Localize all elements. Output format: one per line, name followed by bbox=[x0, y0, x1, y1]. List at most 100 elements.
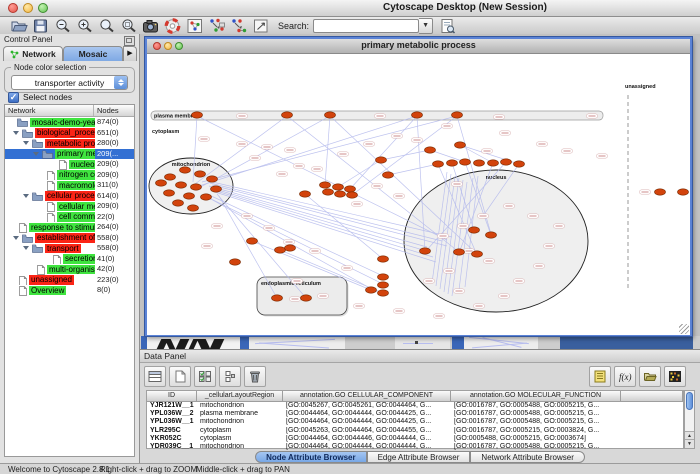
network-node[interactable] bbox=[188, 205, 199, 211]
tree-row-secretion[interactable]: secretion41(0) bbox=[5, 254, 134, 265]
network-node[interactable] bbox=[301, 295, 312, 301]
network-node[interactable] bbox=[420, 248, 431, 254]
network-node[interactable] bbox=[383, 172, 394, 178]
network-node[interactable] bbox=[347, 192, 358, 198]
network-node[interactable] bbox=[678, 189, 689, 195]
formula-button[interactable]: f(x) bbox=[614, 366, 636, 387]
search-dropdown-arrow[interactable]: ▼ bbox=[419, 18, 433, 34]
save-icon[interactable] bbox=[32, 18, 50, 34]
network-node[interactable] bbox=[323, 189, 334, 195]
tree-row-transport[interactable]: transport558(0) bbox=[5, 243, 134, 254]
network-node[interactable] bbox=[195, 171, 206, 177]
attribute-batch-button[interactable] bbox=[219, 366, 241, 387]
network-node[interactable] bbox=[454, 249, 465, 255]
tab-edge-attribute-browser[interactable]: Edge Attribute Browser bbox=[367, 451, 471, 463]
network-node[interactable] bbox=[425, 147, 436, 153]
import-attributes-button[interactable] bbox=[639, 366, 661, 387]
tabs-overflow-button[interactable]: ▶ bbox=[123, 46, 137, 61]
network-node[interactable] bbox=[156, 180, 167, 186]
network-node[interactable] bbox=[192, 112, 203, 118]
node-color-select[interactable]: transporter activity bbox=[11, 75, 128, 90]
network-overview-icon[interactable] bbox=[186, 18, 204, 34]
tree-row-multi-organism-pro[interactable]: multi-organism pro42(0) bbox=[5, 264, 134, 275]
network-node[interactable] bbox=[201, 194, 212, 200]
table-column-header[interactable]: ID bbox=[147, 391, 197, 402]
network-node[interactable] bbox=[452, 112, 463, 118]
network-node[interactable] bbox=[472, 251, 483, 257]
resize-grip[interactable] bbox=[679, 324, 689, 334]
tree-row-macromolecule[interactable]: macromolecule311(0) bbox=[5, 180, 134, 191]
network-node[interactable] bbox=[184, 193, 195, 199]
tree-row-cellular-process[interactable]: cellular process614(0) bbox=[5, 191, 134, 202]
zoom-window-button[interactable] bbox=[38, 3, 48, 13]
expand-arrow-icon[interactable] bbox=[23, 246, 29, 250]
tree-row-nucleobase-[interactable]: nucleobase-209(0) bbox=[5, 159, 134, 170]
expand-arrow-icon[interactable] bbox=[13, 236, 19, 240]
network-node[interactable] bbox=[474, 160, 485, 166]
tree-column-network[interactable]: Network bbox=[5, 105, 94, 116]
tab-mosaic[interactable]: Mosaic bbox=[63, 46, 123, 61]
tree-row-overview[interactable]: Overview8(0) bbox=[5, 285, 134, 296]
select-nodes-checkbox[interactable]: ✓ bbox=[8, 92, 19, 103]
network-node[interactable] bbox=[469, 227, 480, 233]
zoom-selected-icon[interactable] bbox=[120, 18, 138, 34]
network-node[interactable] bbox=[176, 182, 187, 188]
tab-network[interactable]: Network bbox=[3, 46, 63, 61]
network-node[interactable] bbox=[282, 112, 293, 118]
network-node[interactable] bbox=[164, 190, 175, 196]
table-column-header[interactable]: _cellularLayoutRegion bbox=[197, 391, 283, 402]
network-node[interactable] bbox=[275, 247, 286, 253]
network-node[interactable] bbox=[486, 232, 497, 238]
table-column-header[interactable]: annotation.GO CELLULAR_COMPONENT bbox=[283, 391, 451, 402]
tree-row-response-to-stimulu[interactable]: response to stimulu264(0) bbox=[5, 222, 134, 233]
tree-row-cell-communicat[interactable]: cell communicat22(0) bbox=[5, 212, 134, 223]
network-node[interactable] bbox=[230, 259, 241, 265]
network-node[interactable] bbox=[655, 189, 666, 195]
network-node[interactable] bbox=[378, 282, 389, 288]
table-column-header[interactable]: annotation.GO MOLECULAR_FUNCTION bbox=[451, 391, 621, 402]
attribute-list-button[interactable] bbox=[589, 366, 611, 387]
network-node[interactable] bbox=[447, 160, 458, 166]
tree-row-metabolic-process[interactable]: metabolic process280(0) bbox=[5, 138, 134, 149]
table-column-header[interactable] bbox=[621, 391, 683, 402]
network-node[interactable] bbox=[455, 142, 466, 148]
annotation-icon[interactable] bbox=[252, 18, 270, 34]
network-node[interactable] bbox=[272, 295, 283, 301]
expand-arrow-icon[interactable] bbox=[23, 141, 29, 145]
network-node[interactable] bbox=[378, 256, 389, 262]
tab-network-attribute-browser[interactable]: Network Attribute Browser bbox=[470, 451, 584, 463]
network-node[interactable] bbox=[460, 159, 471, 165]
network-node[interactable] bbox=[335, 191, 346, 197]
layout-hierarchic-icon[interactable] bbox=[230, 18, 248, 34]
minimize-window-button[interactable] bbox=[23, 3, 33, 13]
network-node[interactable] bbox=[376, 157, 387, 163]
network-node[interactable] bbox=[345, 186, 356, 192]
network-node[interactable] bbox=[173, 200, 184, 206]
tab-node-attribute-browser[interactable]: Node Attribute Browser bbox=[255, 451, 367, 463]
network-node[interactable] bbox=[488, 160, 499, 166]
network-node[interactable] bbox=[320, 182, 331, 188]
table-row[interactable]: YPL036W__1mitochondrion[GO:0044464, GO:0… bbox=[147, 418, 683, 426]
network-node[interactable] bbox=[165, 174, 176, 180]
close-window-button[interactable] bbox=[8, 3, 18, 13]
zoom-in-icon[interactable] bbox=[76, 18, 94, 34]
network-node[interactable] bbox=[207, 176, 218, 182]
expand-arrow-icon[interactable] bbox=[13, 131, 19, 135]
layout-organic-icon[interactable] bbox=[208, 18, 226, 34]
select-attributes-button[interactable] bbox=[194, 366, 216, 387]
table-row[interactable]: YJR121W__1mitochondrion[GO:0045267, GO:0… bbox=[147, 402, 683, 410]
network-node[interactable] bbox=[247, 238, 258, 244]
tree-row-biological-process[interactable]: biological_process651(0) bbox=[5, 128, 134, 139]
expand-arrow-icon[interactable] bbox=[23, 194, 29, 198]
network-canvas[interactable]: plasma membranecytoplasmmitochondrionnuc… bbox=[147, 54, 690, 335]
snapshot-icon[interactable] bbox=[142, 18, 160, 34]
tree-row-establishment-of-lo[interactable]: establishment of lo558(0) bbox=[5, 233, 134, 244]
control-panel-float-icon[interactable] bbox=[124, 36, 135, 46]
tree-row-cellular-metabo[interactable]: cellular metabo209(0) bbox=[5, 201, 134, 212]
table-row[interactable]: YKR052Ccytoplasm[GO:0044464, GO:0044446,… bbox=[147, 435, 683, 443]
zoom-out-icon[interactable] bbox=[54, 18, 72, 34]
delete-attribute-button[interactable] bbox=[244, 366, 266, 387]
network-node[interactable] bbox=[366, 287, 377, 293]
attr-table-button[interactable] bbox=[144, 366, 166, 387]
scrollbar-thumb[interactable] bbox=[686, 392, 693, 410]
